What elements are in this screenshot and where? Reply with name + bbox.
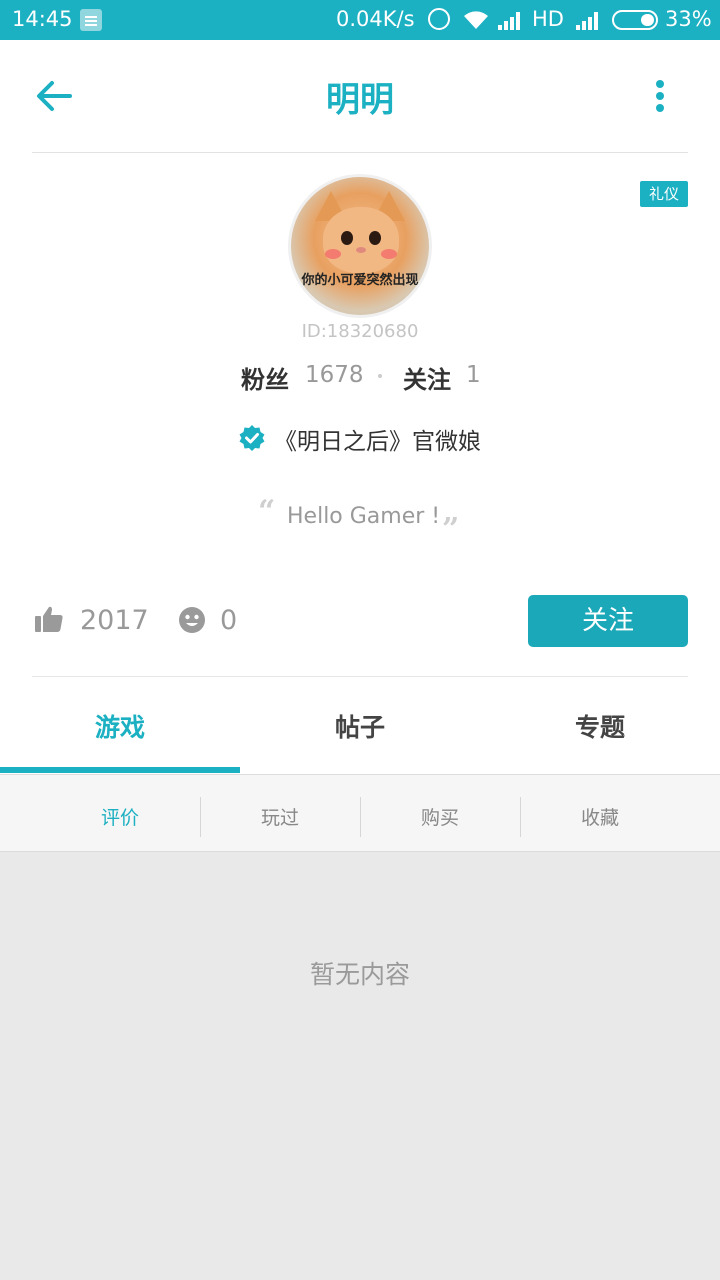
user-id: ID:18320680 xyxy=(301,321,419,342)
network-type: HD xyxy=(532,7,564,31)
avatar-caption: 你的小可爱突然出现 xyxy=(301,273,419,288)
header-divider xyxy=(32,152,688,153)
verified-text: 《明日之后》官微娘 xyxy=(274,429,481,455)
quote-open-icon: “ xyxy=(258,494,276,529)
more-vertical-icon xyxy=(656,80,664,88)
status-time: 14:45 xyxy=(12,7,73,31)
arrow-left-icon xyxy=(37,81,72,111)
verified-row: 《明日之后》官微娘 xyxy=(0,420,720,456)
section-divider xyxy=(32,676,688,677)
subtab-reviews[interactable]: 评价 xyxy=(40,803,200,830)
battery-percent: 33% xyxy=(665,7,712,31)
follow-button[interactable]: 关注 xyxy=(528,595,688,647)
notification-icon xyxy=(80,9,102,31)
tab-indicator xyxy=(0,767,240,773)
fans-count[interactable]: 1678 xyxy=(305,362,364,388)
back-button[interactable] xyxy=(30,70,82,122)
subtab-played[interactable]: 玩过 xyxy=(200,803,360,830)
sub-tabs: 评价 玩过 购买 收藏 xyxy=(0,774,720,852)
subtab-purchased[interactable]: 购买 xyxy=(360,803,520,830)
fans-label[interactable]: 粉丝 xyxy=(241,360,289,395)
stats-separator xyxy=(378,374,382,378)
following-count[interactable]: 1 xyxy=(466,362,481,388)
page-title: 明明 xyxy=(326,80,394,120)
wifi-icon xyxy=(464,11,488,29)
user-tag-badge: 礼仪 xyxy=(640,181,688,207)
empty-state-text: 暂无内容 xyxy=(309,960,410,989)
follow-stats: 粉丝 1678 关注 1 xyxy=(0,358,720,394)
subtab-favorites[interactable]: 收藏 xyxy=(520,803,680,830)
signature: “ Hello Gamer ! ” xyxy=(0,494,720,547)
likes-count: 2017 xyxy=(80,605,149,636)
main-tabs: 游戏 帖子 专题 xyxy=(0,696,720,774)
smiles-count: 0 xyxy=(220,605,238,636)
alarm-icon xyxy=(428,8,450,30)
thumbs-up-icon[interactable] xyxy=(34,604,64,634)
tab-games[interactable]: 游戏 xyxy=(0,708,240,744)
signature-text: Hello Gamer ! xyxy=(287,504,441,529)
action-row: 2017 0 关注 xyxy=(0,592,720,652)
tab-topics[interactable]: 专题 xyxy=(480,708,720,744)
profile-page: 明明 礼仪 你的小可爱突然出现 ID:18320680 粉丝 1678 关注 1… xyxy=(0,40,720,774)
signal-icon-2 xyxy=(576,12,598,30)
smile-face-icon[interactable] xyxy=(178,606,206,634)
signal-icon xyxy=(498,12,520,30)
quote-close-icon: ” xyxy=(442,512,460,547)
verified-check-icon xyxy=(239,425,265,451)
more-button[interactable] xyxy=(640,70,680,122)
avatar[interactable]: 你的小可爱突然出现 xyxy=(288,174,432,318)
network-speed: 0.04K/s xyxy=(336,7,415,31)
following-label[interactable]: 关注 xyxy=(403,360,451,395)
battery-icon xyxy=(612,10,658,30)
status-bar: 14:45 0.04K/s HD 33% xyxy=(0,0,720,40)
tab-posts[interactable]: 帖子 xyxy=(240,708,480,744)
